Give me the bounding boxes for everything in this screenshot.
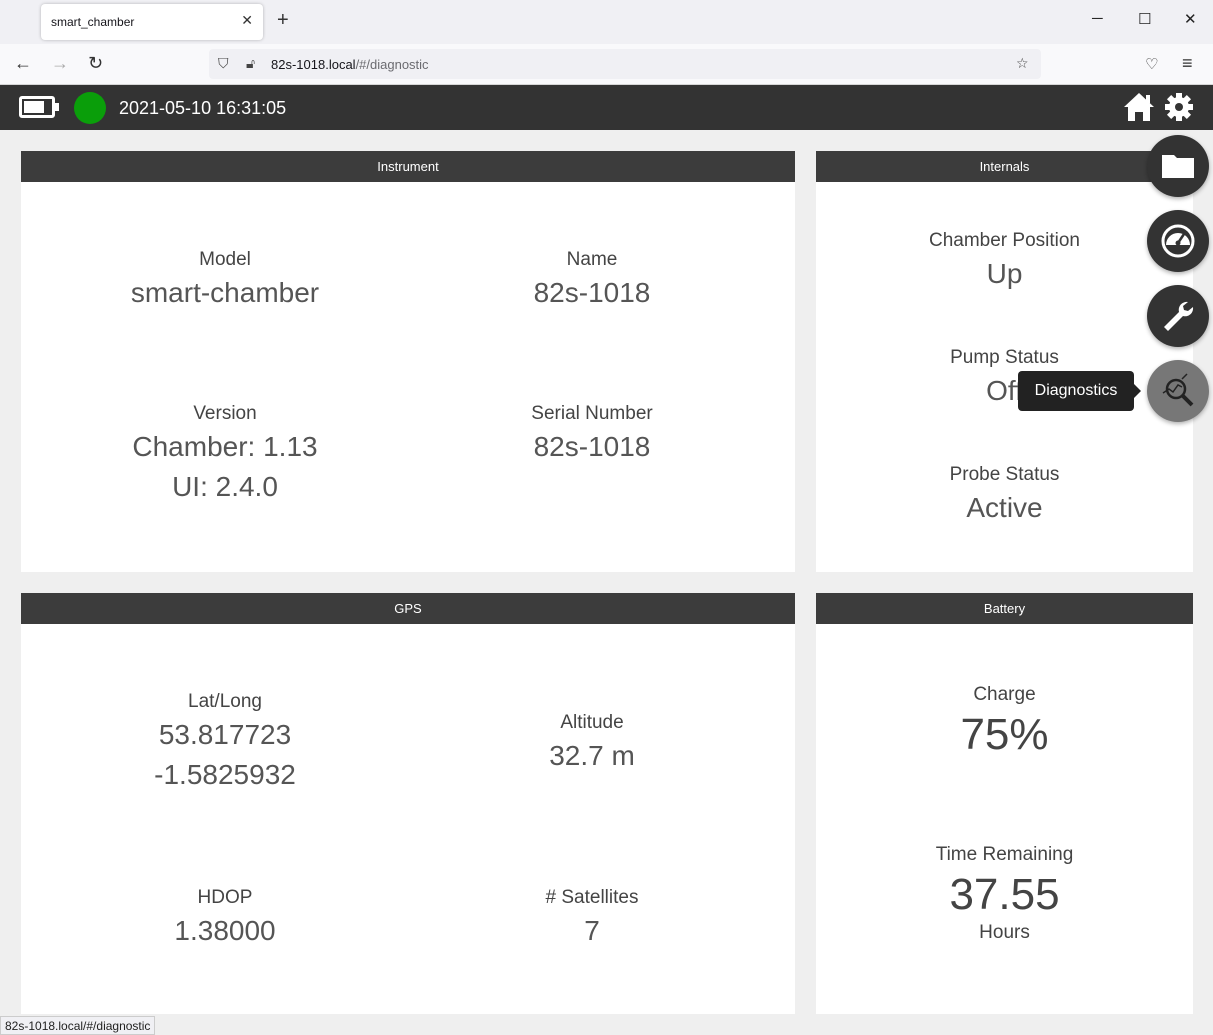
menu-icon[interactable]: ≡ xyxy=(1182,53,1193,74)
pocket-icon[interactable]: ♡ xyxy=(1145,55,1158,73)
chamber-position-field: Chamber Position Up xyxy=(816,230,1193,290)
gear-icon[interactable] xyxy=(1164,92,1194,122)
altitude-label: Altitude xyxy=(560,712,624,733)
time-remaining-value: 37.55 xyxy=(949,870,1060,919)
name-value: 82s-1018 xyxy=(533,277,651,308)
reload-icon[interactable]: ↻ xyxy=(88,53,103,74)
name-field: Name 82s-1018 xyxy=(442,249,742,309)
satellites-value: 7 xyxy=(584,915,600,946)
satellites-label: # Satellites xyxy=(545,887,639,908)
insecure-lock-icon[interactable]: 🔓︎ xyxy=(246,55,255,72)
gauge-button[interactable] xyxy=(1147,210,1209,272)
url-bar[interactable]: ⛉ 🔓︎ 82s-1018.local/#/diagnostic ☆ xyxy=(209,49,1041,79)
browser-tab[interactable]: smart_chamber ✕ xyxy=(41,4,263,40)
time-remaining-label: Time Remaining xyxy=(935,844,1074,865)
browser-status-bar: 82s-1018.local/#/diagnostic xyxy=(0,1016,156,1035)
url-text: 82s-1018.local/#/diagnostic xyxy=(271,57,429,72)
probe-status-field: Probe Status Active xyxy=(816,464,1193,524)
pump-status-field: Pump Status Off xyxy=(816,347,1193,407)
minimize-button[interactable]: ─ xyxy=(1092,10,1103,27)
time-remaining-unit: Hours xyxy=(979,922,1030,943)
app-header: 2021-05-10 16:31:05 xyxy=(0,85,1213,130)
model-field: Model smart-chamber xyxy=(75,249,375,309)
url-host: 82s-1018.local xyxy=(271,57,356,72)
altitude-field: Altitude 32.7 m xyxy=(442,712,742,772)
charge-value: 75% xyxy=(960,710,1049,759)
chamber-position-value: Up xyxy=(986,258,1023,289)
new-tab-button[interactable]: + xyxy=(277,9,289,32)
hdop-value: 1.38000 xyxy=(174,915,276,946)
maximize-button[interactable]: ☐ xyxy=(1138,10,1151,28)
battery-icon xyxy=(19,96,59,118)
close-window-button[interactable]: ✕ xyxy=(1184,10,1197,28)
tab-title: smart_chamber xyxy=(51,15,135,29)
shield-icon[interactable]: ⛉ xyxy=(218,55,229,72)
folder-button[interactable] xyxy=(1147,135,1209,197)
wrench-button[interactable] xyxy=(1147,285,1209,347)
time-remaining-field: Time Remaining 37.55 Hours xyxy=(816,844,1193,944)
battery-panel-title: Battery xyxy=(816,593,1193,624)
browser-nav-bar: ← → ↻ ⛉ 🔓︎ 82s-1018.local/#/diagnostic ☆… xyxy=(0,44,1213,85)
diagnostics-button[interactable] xyxy=(1147,360,1209,422)
charge-field: Charge 75% xyxy=(816,684,1193,760)
diagnostics-tooltip: Diagnostics xyxy=(1018,371,1141,411)
instrument-panel-title: Instrument xyxy=(21,151,795,182)
version-label: Version xyxy=(193,403,257,424)
url-path: /#/diagnostic xyxy=(355,57,429,72)
altitude-value: 32.7 m xyxy=(549,740,635,771)
browser-tab-bar: smart_chamber ✕ + ─ ☐ ✕ xyxy=(0,0,1213,44)
longitude-value: -1.5825932 xyxy=(154,759,296,790)
forward-arrow-icon[interactable]: → xyxy=(51,53,69,74)
model-value: smart-chamber xyxy=(130,277,320,308)
instrument-panel: Instrument Model smart-chamber Name 82s-… xyxy=(21,151,795,572)
version-field: Version Chamber: 1.13 UI: 2.4.0 xyxy=(75,403,375,503)
folder-icon xyxy=(1162,155,1194,178)
battery-panel: Battery Charge 75% Time Remaining 37.55 … xyxy=(816,593,1193,1014)
internals-panel-title: Internals xyxy=(816,151,1193,182)
hdop-label: HDOP xyxy=(197,887,253,908)
latitude-value: 53.817723 xyxy=(158,719,292,750)
latlong-field: Lat/Long 53.817723 -1.5825932 xyxy=(75,691,375,791)
battery-fill xyxy=(24,101,44,113)
back-arrow-icon[interactable]: ← xyxy=(14,53,32,74)
tab-close-icon[interactable]: ✕ xyxy=(241,12,253,29)
home-icon[interactable] xyxy=(1122,91,1156,123)
charge-label: Charge xyxy=(973,684,1036,705)
diagnostics-icon xyxy=(1162,373,1194,407)
hdop-field: HDOP 1.38000 xyxy=(75,887,375,947)
status-indicator xyxy=(74,92,106,124)
model-label: Model xyxy=(199,249,251,270)
datetime: 2021-05-10 16:31:05 xyxy=(119,98,287,118)
wrench-icon xyxy=(1164,301,1194,331)
satellites-field: # Satellites 7 xyxy=(442,887,742,947)
version-ui-value: UI: 2.4.0 xyxy=(172,471,278,502)
internals-panel: Internals Chamber Position Up Pump Statu… xyxy=(816,151,1193,572)
probe-status-label: Probe Status xyxy=(949,464,1060,485)
latlong-label: Lat/Long xyxy=(188,691,262,712)
probe-status-value: Active xyxy=(966,492,1043,523)
serial-value: 82s-1018 xyxy=(533,431,651,462)
bookmark-star-icon[interactable]: ☆ xyxy=(1016,55,1029,72)
pump-status-label: Pump Status xyxy=(950,347,1059,368)
gauge-icon xyxy=(1161,224,1195,258)
version-chamber-value: Chamber: 1.13 xyxy=(132,431,318,462)
chamber-position-label: Chamber Position xyxy=(928,230,1081,251)
name-label: Name xyxy=(566,249,618,270)
serial-field: Serial Number 82s-1018 xyxy=(442,403,742,463)
gps-panel: GPS Lat/Long 53.817723 -1.5825932 Altitu… xyxy=(21,593,795,1014)
gps-panel-title: GPS xyxy=(21,593,795,624)
serial-label: Serial Number xyxy=(531,403,653,424)
